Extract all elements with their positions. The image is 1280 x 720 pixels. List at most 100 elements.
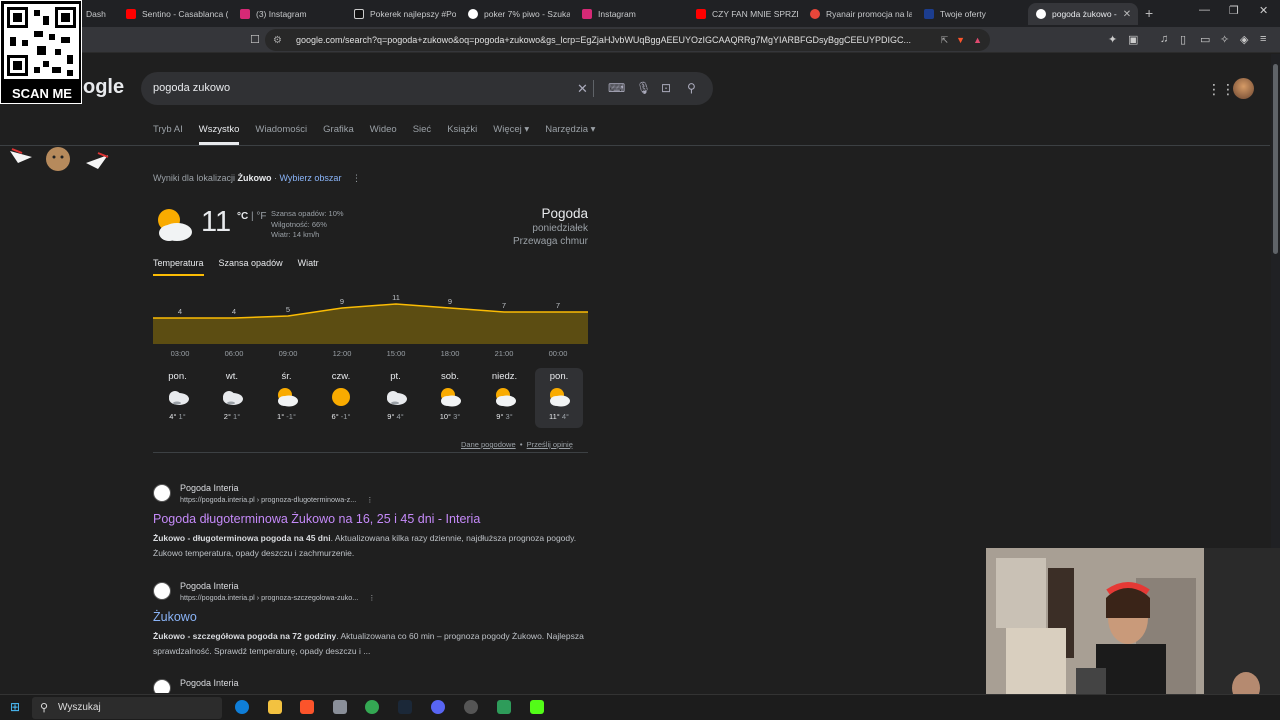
search-box[interactable]: pogoda zukowo ✕ ⌨ 🎙 ⊡ ⚲ xyxy=(141,72,713,105)
search-icon: ⚲ xyxy=(40,702,49,714)
tab-temperatura[interactable]: Temperatura xyxy=(153,258,204,276)
tab-label: pogoda żukowo - xyxy=(1052,9,1117,19)
search-divider xyxy=(593,80,594,97)
maximize-icon[interactable]: ❐ xyxy=(1229,4,1239,17)
obs-icon[interactable] xyxy=(464,700,478,714)
day-forecast-item[interactable]: pt. 9° 4° xyxy=(372,368,420,428)
kick-icon[interactable] xyxy=(530,700,544,714)
day-forecast-item[interactable]: wt. 2° 1° xyxy=(208,368,256,428)
avatar[interactable] xyxy=(1233,78,1254,99)
tab-youtube-fan[interactable]: CZY FAN MNIE SPRZED xyxy=(688,3,798,25)
app-icon[interactable] xyxy=(497,700,511,714)
tiktok-icon xyxy=(354,9,364,19)
vpn-icon[interactable]: ◈ xyxy=(1240,33,1248,46)
media-icon[interactable]: ♫ xyxy=(1160,33,1168,45)
tab-narzedzia[interactable]: Narzędzia ▾ xyxy=(545,124,595,145)
send-feedback-link[interactable]: Prześlij opinię xyxy=(527,440,573,449)
site-settings-icon[interactable]: ⚙ xyxy=(273,35,282,46)
file-explorer-icon[interactable] xyxy=(268,700,282,714)
keyboard-icon[interactable]: ⌨ xyxy=(608,81,625,95)
result-more-icon[interactable]: ⋮ xyxy=(366,495,373,504)
tab-instagram-2[interactable]: Instagram xyxy=(574,3,684,25)
brave-icon[interactable] xyxy=(300,700,314,714)
wallet-icon[interactable]: ▭ xyxy=(1200,33,1210,46)
result-url[interactable]: https://pogoda.interia.pl › prognoza-dlu… xyxy=(180,495,373,504)
day-forecast-item[interactable]: pon. 11° 4° xyxy=(535,368,583,428)
weather-summary: Pogoda poniedziałek Przewaga chmur xyxy=(468,206,588,248)
leo-ai-icon[interactable]: ✧ xyxy=(1220,33,1229,46)
tab-wszystko[interactable]: Wszystko xyxy=(198,124,240,145)
hourly-temp-label: 4 xyxy=(232,307,236,316)
result-more-icon[interactable]: ⋮ xyxy=(368,593,375,602)
minimize-icon[interactable]: — xyxy=(1199,4,1210,16)
tab-twoje-oferty[interactable]: Twoje oferty xyxy=(916,3,1026,25)
menu-icon[interactable]: ≡ xyxy=(1260,33,1266,45)
close-tab-icon[interactable]: ✕ xyxy=(1123,9,1131,20)
day-temps: 1° -1° xyxy=(277,412,296,421)
result-site-name[interactable]: Pogoda Interia xyxy=(180,581,239,591)
day-forecast-item[interactable]: sob. 10° 3° xyxy=(426,368,474,428)
new-tab-button[interactable]: + xyxy=(1145,5,1153,21)
tab-tiktok[interactable]: Pokerek najlepszy #Po xyxy=(346,3,456,25)
day-forecast-item[interactable]: śr. 1° -1° xyxy=(263,368,311,428)
unit-celsius[interactable]: °C xyxy=(237,211,248,222)
weather-data-link[interactable]: Dane pogodowe xyxy=(461,440,516,449)
discord-icon[interactable] xyxy=(431,700,445,714)
result-title-link[interactable]: Pogoda długoterminowa Żukowo na 16, 25 i… xyxy=(153,512,480,526)
day-forecast-item[interactable]: czw. 6° -1° xyxy=(317,368,365,428)
unit-fahrenheit[interactable]: °F xyxy=(256,211,266,222)
close-window-icon[interactable]: ✕ xyxy=(1259,4,1268,17)
tab-siec[interactable]: Sieć xyxy=(413,124,431,145)
tab-wiadomosci[interactable]: Wiadomości xyxy=(255,124,307,145)
hourly-temp-label: 11 xyxy=(392,293,400,302)
windows-start-icon[interactable]: ⊞ xyxy=(10,700,20,714)
result-site-name[interactable]: Pogoda Interia xyxy=(180,483,239,493)
app-icon[interactable] xyxy=(333,700,347,714)
edge-icon[interactable] xyxy=(235,700,249,714)
tab-google-poker[interactable]: poker 7% piwo - Szuka xyxy=(460,3,570,25)
search-result: Pogoda Interia xyxy=(153,679,593,693)
clear-search-icon[interactable]: ✕ xyxy=(577,81,588,97)
tab-youtube-sentino[interactable]: Sentino - Casablanca ( xyxy=(118,3,228,25)
tab-tryb-ai[interactable]: Tryb AI xyxy=(153,124,183,145)
day-temps: 6° -1° xyxy=(331,412,351,421)
share-icon[interactable]: ⇱ xyxy=(941,35,949,46)
unit-toggle[interactable]: °C | °F xyxy=(237,211,267,222)
tab-ksiazki[interactable]: Książki xyxy=(447,124,477,145)
search-icon[interactable]: ⚲ xyxy=(687,81,696,95)
steam-icon[interactable] xyxy=(398,700,412,714)
taskbar-search[interactable]: ⚲ Wyszukaj xyxy=(32,697,222,719)
chrome-icon[interactable] xyxy=(365,700,379,714)
result-title-link[interactable]: Żukowo xyxy=(153,610,197,624)
result-url[interactable]: https://pogoda.interia.pl › prognoza-szc… xyxy=(180,593,375,602)
hourly-time-label: 18:00 xyxy=(440,349,460,358)
bookmark-icon[interactable]: ☐ xyxy=(250,33,260,46)
tab-szansa-opadow[interactable]: Szansa opadów xyxy=(219,258,283,276)
tab-dash[interactable]: Dash xyxy=(78,3,106,25)
tab-wideo[interactable]: Wideo xyxy=(370,124,397,145)
day-forecast-item[interactable]: pon. 4° 1° xyxy=(154,368,202,428)
microphone-icon[interactable]: 🎙 xyxy=(636,81,651,95)
scroll-thumb[interactable] xyxy=(1273,64,1278,254)
search-input[interactable]: pogoda zukowo xyxy=(153,82,230,94)
result-site-name[interactable]: Pogoda Interia xyxy=(180,679,239,688)
result-url-text: https://pogoda.interia.pl › prognoza-szc… xyxy=(180,593,359,602)
extension-icon[interactable]: ✦ xyxy=(1108,33,1117,46)
brave-rewards-icon[interactable]: ▲ xyxy=(973,35,982,45)
lens-icon[interactable]: ⊡ xyxy=(661,81,671,95)
day-name: pt. xyxy=(390,371,401,382)
tab-instagram-1[interactable]: (3) Instagram xyxy=(232,3,342,25)
tab-grafika[interactable]: Grafika xyxy=(323,124,354,145)
more-options-icon[interactable]: ⋮ xyxy=(352,173,361,183)
sidebar-icon[interactable]: ▯ xyxy=(1180,33,1186,46)
screenshot-icon[interactable]: ▣ xyxy=(1128,33,1138,46)
choose-area-link[interactable]: Wybierz obszar xyxy=(280,173,342,183)
tab-pogoda-active[interactable]: pogoda żukowo - ✕ xyxy=(1028,3,1138,25)
google-logo[interactable]: ogle xyxy=(83,76,124,99)
tab-ryanair[interactable]: Ryanair promocja na la xyxy=(802,3,912,25)
address-bar[interactable]: ⚙ google.com/search?q=pogoda+zukowo&oq=p… xyxy=(265,29,990,51)
tab-wiecej[interactable]: Więcej ▾ xyxy=(493,124,529,145)
brave-shield-icon[interactable]: ▼ xyxy=(956,35,965,45)
day-forecast-item[interactable]: niedz. 9° 3° xyxy=(481,368,529,428)
tab-wiatr[interactable]: Wiatr xyxy=(298,258,319,276)
